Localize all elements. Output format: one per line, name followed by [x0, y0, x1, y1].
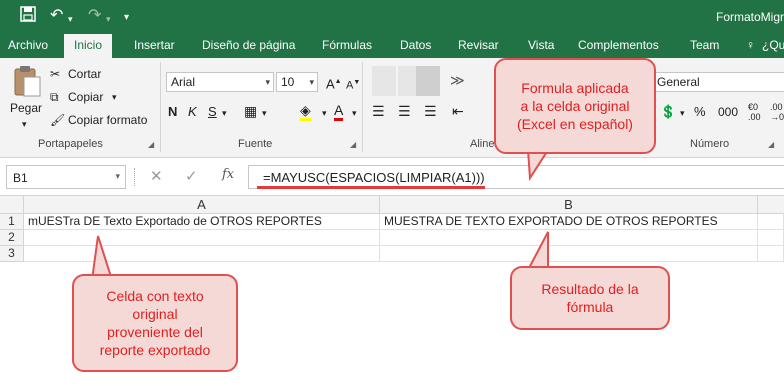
callout-line: Resultado de la [541, 281, 639, 297]
callout-line: proveniente del [107, 324, 203, 340]
callout-line: reporte exportado [99, 342, 211, 358]
callout-line: Formula aplicada [521, 80, 629, 96]
formula-callout: Formula aplicada a la celda original (Ex… [494, 58, 656, 154]
original-cell-callout: Celda con texto original proveniente del… [72, 274, 238, 372]
callout-line: fórmula [566, 299, 614, 315]
result-callout: Resultado de la fórmula [510, 266, 670, 330]
callout-line: a la celda original [520, 98, 630, 114]
callout-line: original [132, 306, 178, 322]
callout-line: (Excel en español) [517, 116, 633, 132]
callout-line: Celda con texto [106, 288, 204, 304]
result-callout-tail [526, 231, 549, 271]
formula-callout-tail [526, 149, 550, 182]
